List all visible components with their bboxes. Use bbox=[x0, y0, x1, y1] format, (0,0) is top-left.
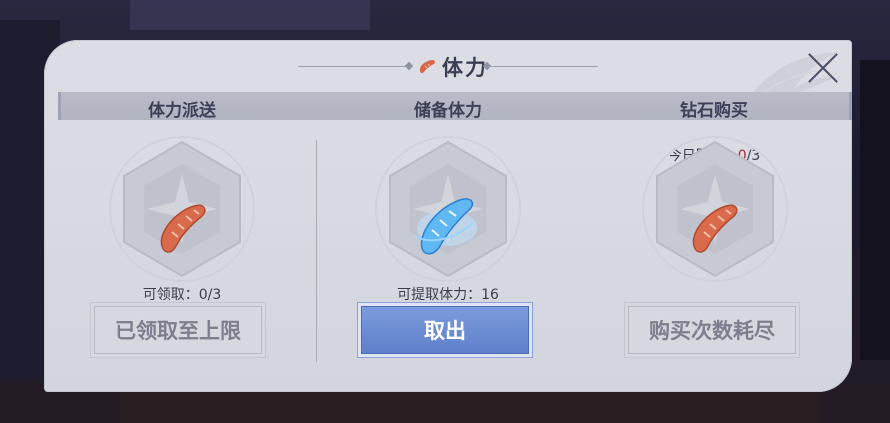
column-title-delivery: 体力派送 bbox=[148, 101, 216, 121]
dialog-title-bar: 体力 bbox=[298, 52, 598, 82]
sausage-icon bbox=[692, 204, 738, 253]
close-button[interactable] bbox=[806, 50, 842, 86]
purchase-exhausted-button[interactable]: 购买次数耗尽 bbox=[628, 306, 796, 354]
withdraw-button[interactable]: 取出 bbox=[361, 306, 529, 354]
claimable-count: 可领取：0/3 bbox=[142, 287, 222, 303]
sausage-icon bbox=[419, 60, 436, 74]
stamina-dialog: 体力 体力派送 储备体力 钻石购买 可领取：0/3 已领取至上限 可提取体力：1… bbox=[44, 40, 852, 392]
column-title-reserve: 储备体力 bbox=[414, 101, 482, 121]
column-title-diamond-buy: 钻石购买 bbox=[680, 101, 748, 121]
dialog-title: 体力 bbox=[442, 55, 488, 80]
claim-limit-reached-button[interactable]: 已领取至上限 bbox=[94, 306, 262, 354]
sausage-icon bbox=[160, 204, 206, 253]
reserve-stamina-amount: 可提取体力：16 bbox=[397, 287, 499, 303]
crystal-sausage-icon bbox=[415, 198, 477, 255]
column-divider bbox=[316, 140, 317, 362]
